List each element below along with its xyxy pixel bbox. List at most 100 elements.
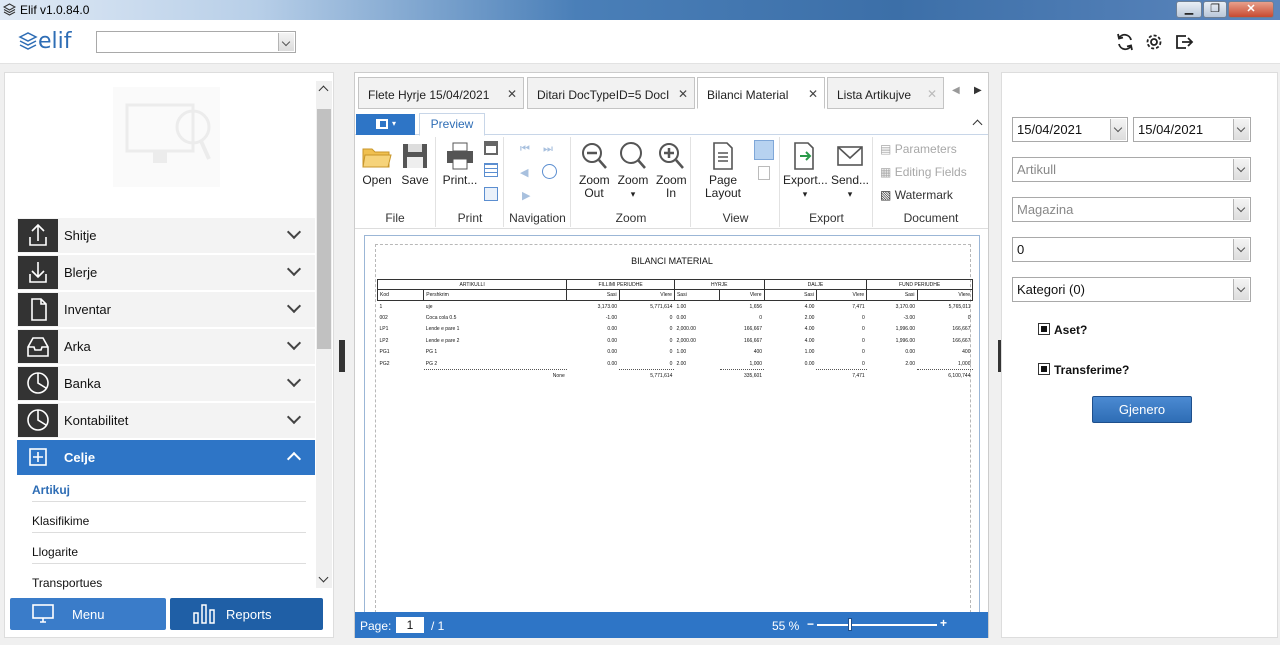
zoom-plus-icon[interactable]: + <box>940 616 947 630</box>
sidebar-item-kontabilitet[interactable]: Kontabilitet <box>17 403 315 438</box>
zoom-label: Zoom <box>617 173 649 187</box>
tab-scroll-left-icon[interactable]: ◀ <box>952 85 960 96</box>
maximize-button[interactable]: ❐ <box>1203 1 1227 18</box>
sidebar-item-inventar[interactable]: Inventar <box>17 292 315 327</box>
watermark-icon: ▧ <box>880 188 892 202</box>
close-tab-icon[interactable]: ✕ <box>808 87 818 101</box>
send-button[interactable]: Send... ▾ <box>829 141 871 201</box>
single-page-icon[interactable] <box>754 140 774 160</box>
kategori-select[interactable]: Kategori (0) <box>1012 277 1251 302</box>
save-button[interactable]: Save <box>398 141 432 187</box>
save-label: Save <box>401 173 429 187</box>
sidebar-item-celje[interactable]: Celje <box>17 440 315 475</box>
minimize-button[interactable]: ▁ <box>1176 1 1202 18</box>
table-cell: 166,667 <box>952 326 971 333</box>
zoom-slider[interactable] <box>817 624 937 626</box>
scale-icon[interactable] <box>484 187 498 201</box>
folder-icon <box>362 148 392 168</box>
scrollbar-thumb[interactable] <box>317 109 331 349</box>
subitem-artikuj[interactable]: Artikuj <box>32 483 306 502</box>
subitem-transportues[interactable]: Transportues <box>32 576 306 590</box>
sidebar-item-banka[interactable]: Banka <box>17 366 315 401</box>
artikull-select[interactable]: Artikull <box>1012 157 1251 182</box>
table-cell: 1 <box>379 303 383 310</box>
table-cell: 0.00 <box>607 337 618 344</box>
close-tab-icon[interactable]: ✕ <box>507 87 517 101</box>
table-cell: 4.00 <box>804 337 815 344</box>
logout-icon[interactable] <box>1174 32 1194 52</box>
ribbon-group-navigation: ⏮ ⏭ ◀ ▶ Navigation <box>505 137 571 227</box>
ribbon-app-menu[interactable]: ▾ <box>356 114 415 135</box>
next-page-icon[interactable]: ▶ <box>522 189 530 202</box>
company-select[interactable] <box>96 31 296 53</box>
ribbon-group-document: ▤ Parameters ▦ Editing Fields ▧ Watermar… <box>874 137 988 227</box>
left-splitter-handle[interactable] <box>339 340 345 372</box>
table-cell: uje <box>425 303 433 310</box>
magnifier-icon <box>620 142 646 169</box>
zoom-minus-icon[interactable]: − <box>807 617 814 631</box>
group-label: File <box>385 211 405 225</box>
table-cell: Coca cola 0.5 <box>425 314 457 321</box>
watermark-button[interactable]: ▧ Watermark <box>880 188 953 202</box>
collapse-ribbon-icon[interactable] <box>972 119 983 130</box>
chevron-down-icon <box>286 261 302 277</box>
parameters-button[interactable]: ▤ Parameters <box>880 142 957 156</box>
last-page-icon[interactable]: ⏭ <box>543 143 553 156</box>
menu-button[interactable]: Menu <box>10 598 166 630</box>
page-number-input[interactable]: 1 <box>396 617 424 633</box>
refresh-icon[interactable] <box>1115 32 1135 52</box>
sidebar-scrollbar[interactable] <box>316 81 332 588</box>
sidebar-item-arka[interactable]: Arka <box>17 329 315 364</box>
editing-fields-button[interactable]: ▦ Editing Fields <box>880 165 967 179</box>
table-cell: 0.00 <box>607 349 618 356</box>
tab-ditari[interactable]: Ditari DocTypeID=5 DocI ✕ <box>527 77 695 109</box>
zoom-slider-thumb[interactable] <box>848 618 852 631</box>
chevron-up-icon <box>286 451 302 467</box>
multi-page-icon[interactable] <box>758 166 770 180</box>
close-button[interactable]: ✕ <box>1228 1 1274 18</box>
tab-lista-artikujve[interactable]: Lista Artikujve ✕ <box>827 77 944 109</box>
zoom-in-button[interactable]: Zoom In <box>653 141 689 200</box>
quick-print-icon[interactable] <box>484 141 498 155</box>
zoom-dropdown-button[interactable]: Zoom ▾ <box>615 141 651 201</box>
app-logo: elif <box>18 29 72 54</box>
sidebar-item-shitje[interactable]: Shitje <box>17 218 315 253</box>
zero-select[interactable]: 0 <box>1012 237 1251 262</box>
close-tab-icon[interactable]: ✕ <box>678 87 688 101</box>
group-label: Navigation <box>509 211 566 225</box>
subitem-klasifikime[interactable]: Klasifikime <box>32 514 306 533</box>
report-total-row: None 5,771,614 335,601 7,471 6,100,744 <box>378 369 973 381</box>
page-layout-button[interactable]: Page Layout <box>700 141 746 200</box>
magazina-select[interactable]: Magazina <box>1012 197 1251 222</box>
table-cell: 1,000 <box>749 360 763 367</box>
scroll-down-icon[interactable] <box>318 572 329 583</box>
tab-flete-hyrje[interactable]: Flete Hyrje 15/04/2021 ✕ <box>358 77 524 109</box>
page-layout-label: Page Layout <box>704 173 742 200</box>
date-from-picker[interactable]: 15/04/2021 <box>1012 117 1128 142</box>
zoom-out-button[interactable]: Zoom Out <box>575 141 613 200</box>
aset-checkbox[interactable] <box>1038 323 1050 335</box>
ribbon-group-export: Export... ▾ Send... ▾ Export <box>781 137 873 227</box>
compass-icon[interactable] <box>542 164 557 179</box>
open-button[interactable]: Open <box>359 141 395 187</box>
date-to-picker[interactable]: 15/04/2021 <box>1133 117 1251 142</box>
table-row: PG1 PG 1 0.00 0 1.00 400 1.00 0 0.00 400 <box>378 347 973 359</box>
previous-page-icon[interactable]: ◀ <box>520 166 528 179</box>
generate-button[interactable]: Gjenero <box>1092 396 1192 423</box>
tab-preview[interactable]: Preview <box>419 113 485 136</box>
subitem-llogarite[interactable]: Llogarite <box>32 545 306 564</box>
tab-scroll-right-icon[interactable]: ▶ <box>974 85 982 96</box>
gear-icon[interactable] <box>1144 32 1164 52</box>
sidebar-item-blerje[interactable]: Blerje <box>17 255 315 290</box>
page-setup-icon[interactable] <box>484 163 498 177</box>
export-button[interactable]: Export... ▾ <box>783 141 828 201</box>
scroll-up-icon[interactable] <box>318 85 329 96</box>
ribbon-group-view: Page Layout View <box>692 137 780 227</box>
tab-bilanci-material[interactable]: Bilanci Material ✕ <box>697 77 825 109</box>
close-tab-icon[interactable]: ✕ <box>927 87 937 101</box>
transferime-checkbox[interactable] <box>1038 363 1050 375</box>
first-page-icon[interactable]: ⏮ <box>520 143 530 156</box>
reports-button[interactable]: Reports <box>170 598 323 630</box>
print-button[interactable]: Print... <box>441 141 479 187</box>
export-icon <box>794 142 814 170</box>
